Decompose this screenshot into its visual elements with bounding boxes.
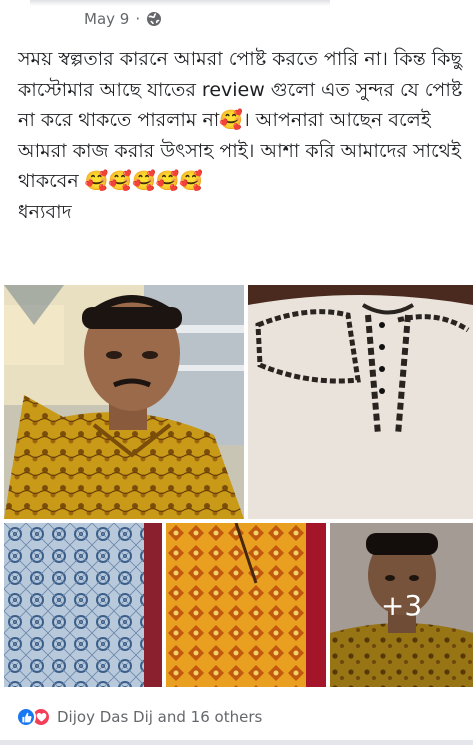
reactions-bar[interactable]: Dijoy Das Dij and 16 others — [16, 704, 262, 730]
photo-5[interactable]: +3 — [330, 523, 473, 687]
photo-grid: +3 — [0, 285, 473, 687]
meta-separator: · — [135, 10, 141, 28]
reaction-summary[interactable]: Dijoy Das Dij and 16 others — [57, 708, 262, 726]
photo-3-image — [4, 523, 162, 687]
more-photos-count: +3 — [380, 588, 423, 622]
photo-4[interactable] — [166, 523, 326, 687]
reaction-icons — [16, 707, 51, 727]
photo-3[interactable] — [4, 523, 162, 687]
previous-header-fade — [30, 0, 330, 6]
post-timestamp[interactable]: May 9 — [84, 10, 129, 28]
photo-1-image — [4, 285, 244, 519]
like-icon — [16, 707, 36, 727]
globe-icon — [147, 12, 162, 26]
photo-2[interactable] — [248, 285, 473, 519]
photo-4-image — [166, 523, 326, 687]
post-body-text: সময় স্বল্পতার কারনে আমরা পোষ্ট করতে পার… — [18, 48, 463, 223]
more-photos-overlay[interactable]: +3 — [330, 523, 473, 687]
post-divider — [0, 740, 473, 745]
post-meta: May 9 · — [84, 8, 162, 30]
photo-1[interactable] — [4, 285, 244, 519]
photo-2-image — [248, 285, 473, 519]
